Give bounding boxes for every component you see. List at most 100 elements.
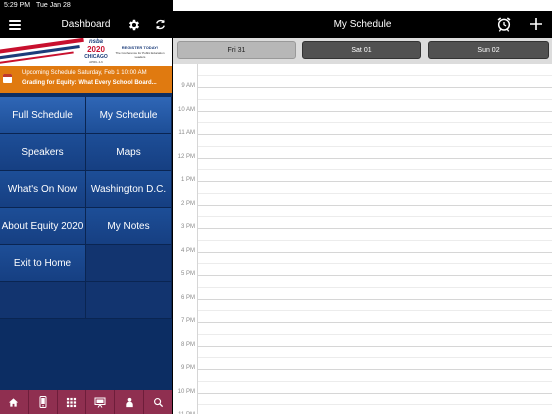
timeline-half-hour-line [198, 122, 552, 124]
timeline-hour-line [198, 369, 552, 370]
timeline-hour-line [198, 345, 552, 347]
timeline-hour-label: 2 PM [180, 200, 195, 207]
timeline-hour-line [198, 275, 552, 276]
day-tab-fri[interactable]: Fri 31 [177, 41, 296, 59]
wifi-icon [173, 2, 182, 9]
calendar-icon [3, 74, 12, 83]
timeline-hour-line [198, 228, 552, 229]
exit-to-home-button[interactable]: Exit to Home [0, 245, 86, 282]
timeline-hour-row: 7 PM [173, 318, 552, 335]
timeline-hour-line [198, 157, 552, 159]
right-panel: My Schedule Fri 31 Sat 01 Sun 02 9 AM 10 … [173, 11, 552, 414]
timeline-hour-row: 11 AM [173, 130, 552, 147]
timeline-hour-label: 1 PM [180, 177, 195, 183]
menu-icon[interactable] [7, 17, 23, 32]
timeline-hour-row: 6 PM [173, 295, 552, 312]
timeline-half-hour-line [198, 75, 552, 77]
full-schedule-button[interactable]: Full Schedule [0, 97, 86, 134]
refresh-icon[interactable] [152, 17, 168, 32]
battery-icon [205, 2, 222, 9]
timeline-hour-row: 1 PM [173, 177, 552, 194]
timeline-hour-label: 9 PM [180, 365, 195, 371]
timeline-hour-line [198, 181, 552, 182]
timeline-hour-row: 10 PM [173, 389, 552, 406]
left-panel: Dashboard nsba 2020 CHICAGO APRIL 4-6 RE… [0, 11, 172, 414]
day-tab-sat[interactable]: Sat 01 [302, 41, 421, 59]
left-nav-bar: Dashboard [0, 11, 172, 38]
timeline-hour-label: 10 PM [177, 388, 195, 395]
timeline-half-hour-line [198, 286, 552, 288]
dashboard-menu-grid: Full Schedule My Schedule Speakers Maps … [0, 97, 172, 319]
timeline-hour-row: 4 PM [173, 248, 552, 265]
about-equity-button[interactable]: About Equity 2020 [0, 208, 86, 245]
add-icon[interactable] [528, 16, 544, 32]
timeline-hour-label: 9 AM [181, 83, 195, 89]
timeline-half-hour-line [198, 169, 552, 171]
timeline-hour-row: 8 PM [173, 342, 552, 359]
timeline-half-hour-line [198, 263, 552, 265]
speakers-button[interactable]: Speakers [0, 134, 86, 171]
bottom-tab-bar [0, 390, 172, 414]
timeline-hour-line [198, 134, 552, 135]
my-schedule-button[interactable]: My Schedule [86, 97, 172, 134]
timeline-hour-line [198, 110, 552, 112]
timeline-hour-label: 12 PM [177, 153, 195, 160]
timeline-hour-label: 11 AM [178, 130, 195, 136]
timeline-hour-label: 5 PM [180, 271, 195, 277]
timeline-hour-label: 7 PM [180, 318, 195, 324]
timeline-hour-row: 9 AM [173, 83, 552, 100]
timeline-half-hour-line [198, 333, 552, 335]
day-tab-sun[interactable]: Sun 02 [428, 41, 549, 59]
timeline-half-hour-line [198, 239, 552, 241]
timeline-half-hour-line [198, 404, 552, 406]
search-icon[interactable] [144, 390, 172, 414]
timeline-hour-line [198, 298, 552, 300]
empty-menu-cell [86, 282, 172, 319]
timeline-hour-row: 10 AM [173, 107, 552, 124]
timeline-hour-label: 6 PM [180, 294, 195, 301]
grid-icon[interactable] [58, 390, 87, 414]
presentation-icon[interactable] [86, 390, 116, 414]
gear-icon[interactable] [126, 17, 142, 32]
status-bar: 5:29 PM Tue Jan 28 100% [0, 0, 552, 11]
maps-button[interactable]: Maps [86, 134, 172, 171]
nsba-banner-ad[interactable]: nsba 2020 CHICAGO APRIL 4-6 REGISTER TOD… [0, 38, 172, 66]
timeline-half-hour-line [198, 310, 552, 312]
timeline-hour-line [198, 87, 552, 88]
status-time: 5:29 PM [4, 2, 31, 9]
timeline-hour-label: 4 PM [180, 247, 195, 254]
status-right: 100% [173, 0, 552, 11]
timeline-hour-line [198, 251, 552, 253]
timeline-hour-line [198, 392, 552, 394]
timeline-hour-line [198, 322, 552, 323]
washington-dc-button[interactable]: Washington D.C. [86, 171, 172, 208]
my-notes-button[interactable]: My Notes [86, 208, 172, 245]
timeline-half-hour-line [198, 216, 552, 218]
timeline-half-hour-line [198, 98, 552, 100]
timeline-hour-label: 3 PM [180, 224, 195, 230]
timeline-half-hour-line [198, 380, 552, 382]
empty-menu-cell [86, 245, 172, 282]
upcoming-schedule-bar[interactable]: Upcoming Schedule Saturday, Feb 1 10:00 … [0, 66, 172, 93]
user-tree-icon[interactable] [115, 390, 145, 414]
empty-menu-cell [0, 282, 86, 319]
day-selector: Fri 31 Sat 01 Sun 02 [173, 38, 552, 64]
register-text: REGISTER TODAY! The Conference for Publi… [115, 45, 165, 59]
phone-icon[interactable] [29, 390, 58, 414]
upcoming-schedule-session: Grading for Equity: What Every School Bo… [22, 80, 157, 86]
timeline-hour-row: 3 PM [173, 224, 552, 241]
right-nav-bar: My Schedule [173, 11, 552, 38]
schedule-timeline[interactable]: 9 AM 10 AM 11 AM 12 PM 1 PM 2 PM 3 PM 4 PM 5 PM 6… [173, 64, 552, 414]
status-date: Tue Jan 28 [36, 2, 71, 9]
timeline-hour-row: 2 PM [173, 201, 552, 218]
timeline-half-hour-line [198, 357, 552, 359]
timeline-half-hour-line [198, 192, 552, 194]
timeline-hour-label: 10 AM [177, 106, 195, 113]
home-icon[interactable] [0, 390, 29, 414]
alarm-clock-icon[interactable] [496, 16, 512, 32]
whats-on-now-button[interactable]: What's On Now [0, 171, 86, 208]
dashboard-title: Dashboard [61, 19, 111, 30]
battery-percent: 100% [185, 2, 203, 9]
timeline-half-hour-line [198, 145, 552, 147]
nsba-logo: nsba 2020 CHICAGO APRIL 4-6 [84, 39, 108, 64]
